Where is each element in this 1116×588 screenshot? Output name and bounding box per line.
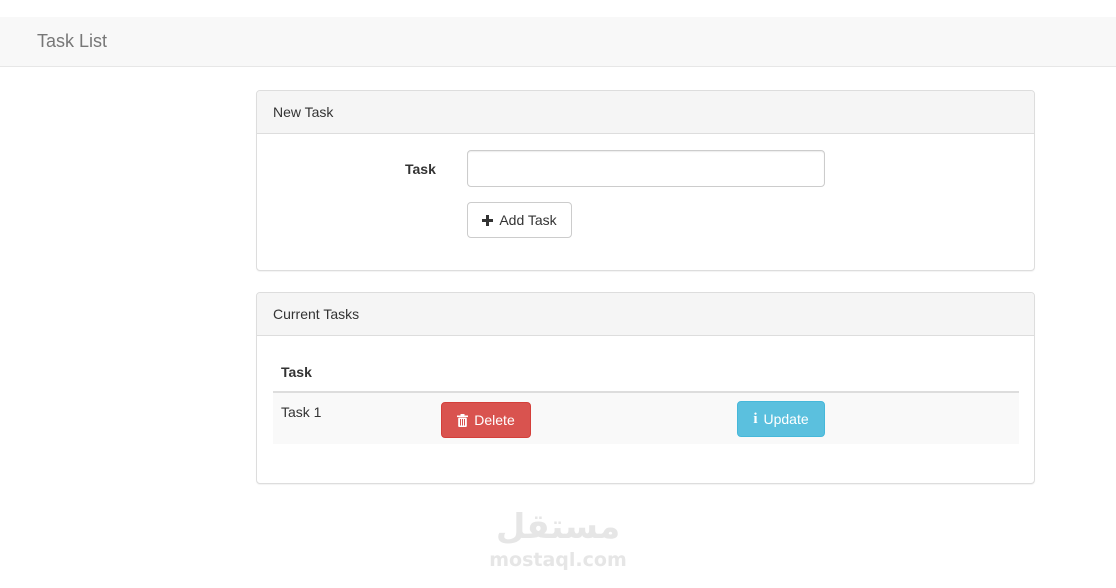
current-tasks-heading: Current Tasks bbox=[257, 293, 1034, 336]
watermark-logo: مستقل bbox=[495, 507, 621, 547]
delete-button[interactable]: Delete bbox=[441, 402, 531, 438]
add-task-label: Add Task bbox=[499, 212, 557, 228]
trash-icon bbox=[457, 413, 469, 427]
column-header-task: Task bbox=[281, 364, 312, 380]
current-tasks-panel: Current Tasks Task Task 1 Delete i Updat… bbox=[256, 292, 1035, 484]
task-name: Task 1 bbox=[281, 404, 322, 420]
new-task-heading: New Task bbox=[257, 91, 1034, 134]
navbar-brand[interactable]: Task List bbox=[37, 31, 107, 52]
plus-icon bbox=[482, 214, 494, 226]
info-icon: i bbox=[753, 410, 758, 427]
task-label: Task bbox=[405, 161, 436, 177]
watermark: مستقل mostaql.com bbox=[470, 505, 646, 571]
task-input[interactable] bbox=[467, 150, 825, 187]
watermark-domain: mostaql.com bbox=[489, 549, 627, 571]
new-task-panel: New Task Task Add Task bbox=[256, 90, 1035, 271]
table-header: Task bbox=[273, 336, 1019, 393]
delete-label: Delete bbox=[474, 412, 515, 428]
update-label: Update bbox=[763, 411, 809, 427]
table-row: Task 1 Delete i Update bbox=[273, 393, 1019, 444]
add-task-button[interactable]: Add Task bbox=[467, 202, 572, 238]
navbar: Task List bbox=[0, 17, 1116, 67]
update-button[interactable]: i Update bbox=[737, 401, 825, 437]
